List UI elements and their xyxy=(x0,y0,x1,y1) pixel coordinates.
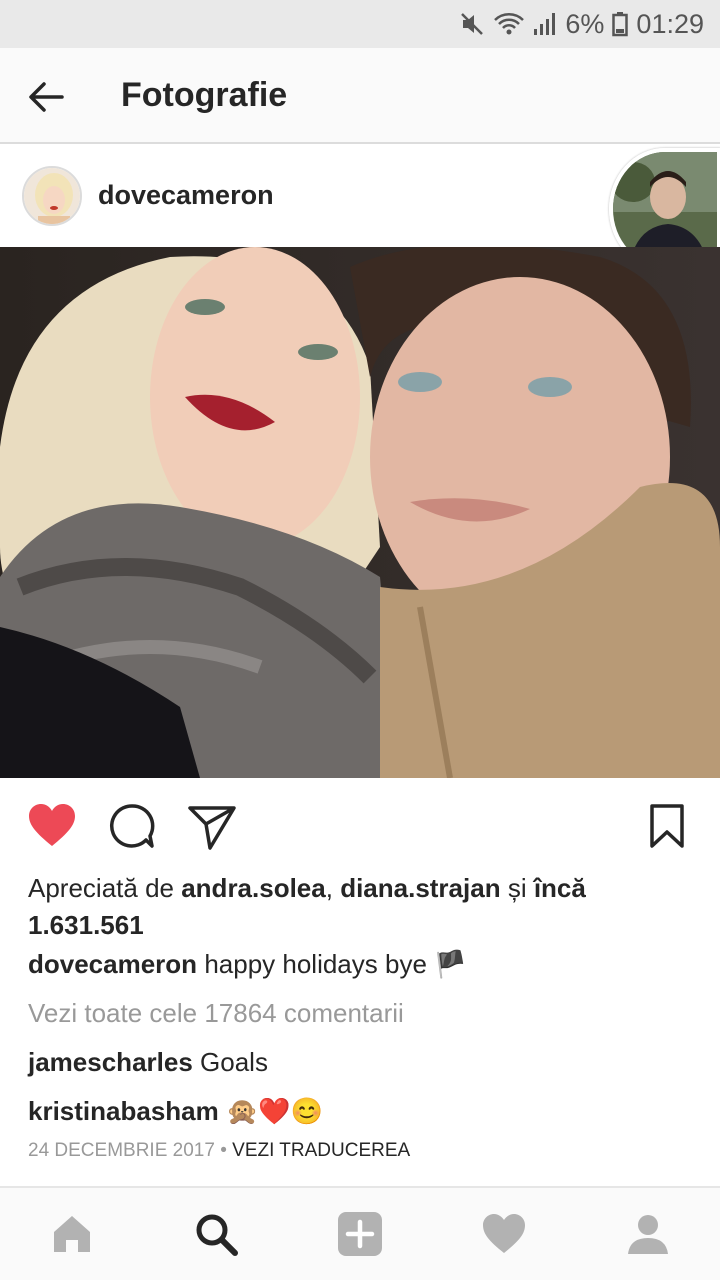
send-icon xyxy=(188,806,236,850)
comment-text: 🙊❤️😊 xyxy=(225,1096,324,1126)
page-title: Fotografie xyxy=(121,76,288,114)
battery-text: 6% xyxy=(565,8,605,39)
like-button[interactable] xyxy=(26,800,78,852)
heart-filled-icon xyxy=(29,804,75,846)
clock: 01:29 xyxy=(636,8,704,39)
see-translation-link[interactable]: VEZI TRADUCEREA xyxy=(232,1140,410,1161)
back-arrow-icon xyxy=(29,82,64,112)
nav-search[interactable] xyxy=(192,1210,240,1258)
likes-prefix: Apreciată de xyxy=(28,873,182,903)
save-button[interactable] xyxy=(642,800,694,852)
bottom-navigation xyxy=(0,1186,720,1280)
nav-profile[interactable] xyxy=(624,1210,672,1258)
comment-username[interactable]: kristinabasham xyxy=(28,1096,219,1126)
wifi-icon xyxy=(493,11,525,37)
heart-icon xyxy=(483,1214,525,1253)
nav-home[interactable] xyxy=(48,1210,96,1258)
battery-icon xyxy=(612,11,629,37)
comment-row: jamescharles Goals xyxy=(28,1044,268,1081)
nav-add[interactable] xyxy=(336,1210,384,1258)
comment-text: Goals xyxy=(200,1047,268,1077)
liker-link[interactable]: andra.solea xyxy=(181,873,326,903)
mute-icon xyxy=(459,11,485,37)
likes-and: și xyxy=(500,873,534,903)
profile-icon xyxy=(628,1215,668,1254)
signal-icon xyxy=(533,11,557,37)
post-username[interactable]: dovecameron xyxy=(98,180,274,211)
search-icon xyxy=(196,1214,238,1256)
add-icon xyxy=(338,1212,382,1256)
caption-username[interactable]: dovecameron xyxy=(28,949,197,979)
home-icon xyxy=(54,1216,90,1252)
post-actions xyxy=(0,778,720,870)
app-bar: Fotografie xyxy=(0,48,720,144)
post-photo[interactable] xyxy=(0,247,720,778)
post-date-row: 24 DECEMBRIE 2017 • VEZI TRADUCEREA xyxy=(28,1138,410,1164)
likes-summary: Apreciată de andra.solea, diana.strajan … xyxy=(28,870,688,944)
caption: dovecameron happy holidays bye 🏴 xyxy=(28,946,467,983)
view-all-comments-link[interactable]: Vezi toate cele 17864 comentarii xyxy=(28,995,404,1032)
liker-link[interactable]: diana.strajan xyxy=(340,873,500,903)
comment-username[interactable]: jamescharles xyxy=(28,1047,193,1077)
post-date: 24 DECEMBRIE 2017 xyxy=(28,1140,215,1161)
comment-icon xyxy=(109,804,155,848)
date-separator: • xyxy=(214,1140,233,1161)
status-bar: 6% 01:29 xyxy=(0,0,720,48)
avatar[interactable] xyxy=(22,166,82,226)
share-button[interactable] xyxy=(186,800,238,852)
bookmark-icon xyxy=(650,804,684,848)
comment-row: kristinabasham 🙊❤️😊 xyxy=(28,1093,323,1130)
comment-button[interactable] xyxy=(106,800,158,852)
likes-separator: , xyxy=(325,873,341,903)
nav-activity[interactable] xyxy=(480,1210,528,1258)
status-icons: 6% 01:29 xyxy=(459,0,704,48)
caption-text: happy holidays bye 🏴 xyxy=(204,949,467,979)
back-button[interactable] xyxy=(24,74,70,120)
